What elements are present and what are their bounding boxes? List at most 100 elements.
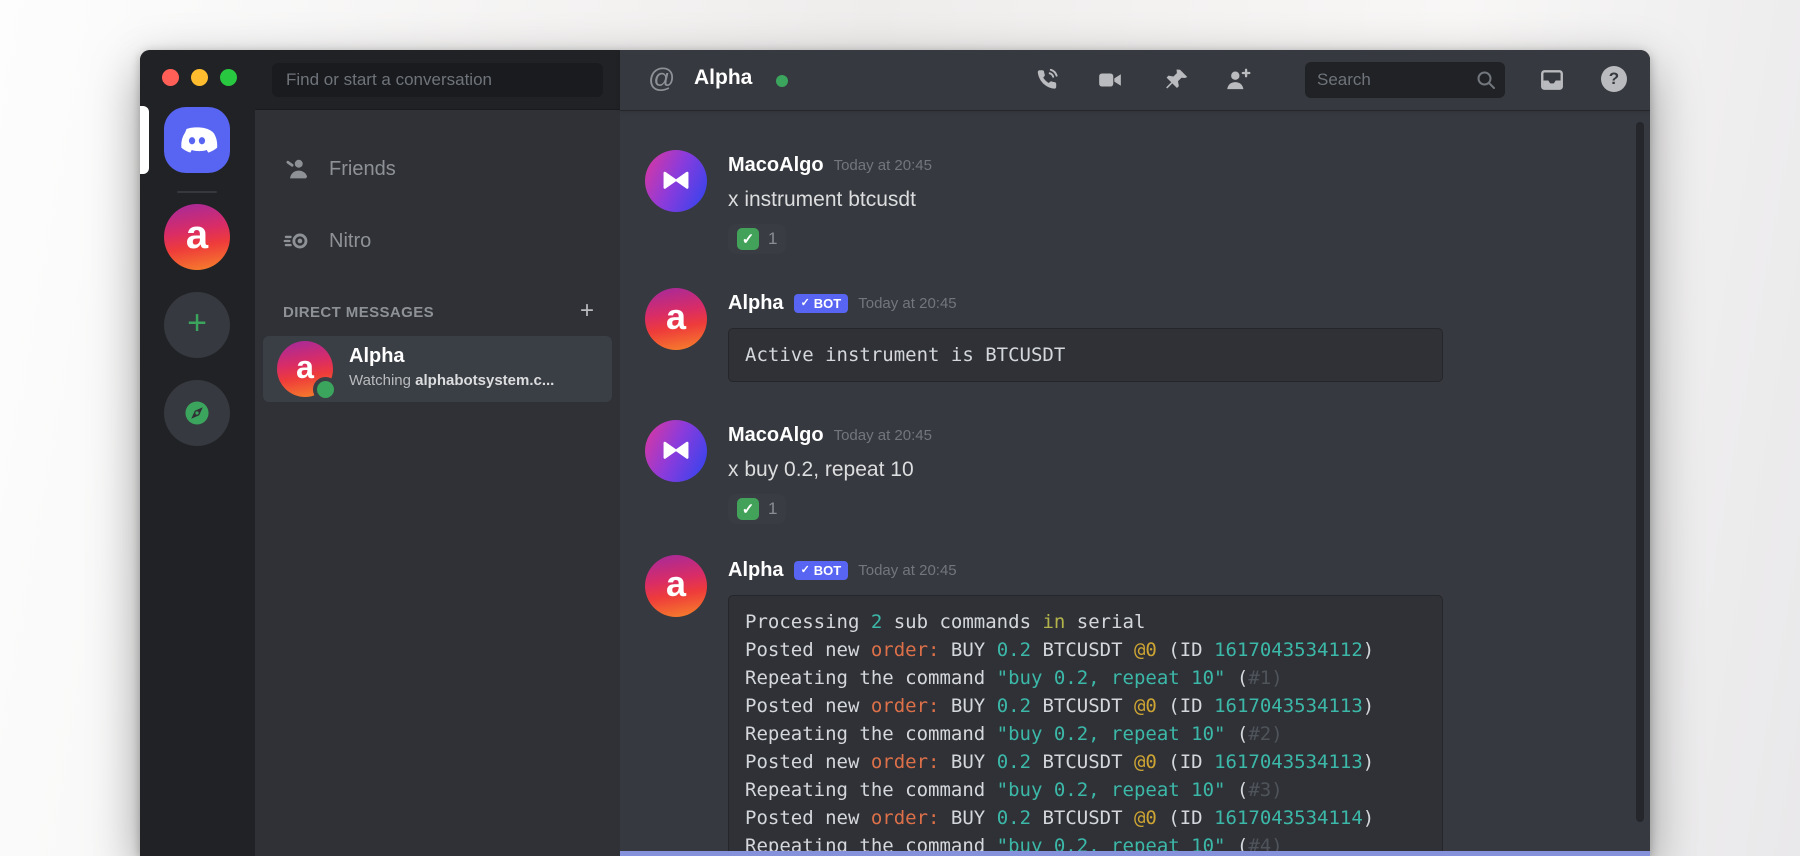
code-segment: 0.2	[996, 807, 1032, 829]
code-segment: BUY	[939, 751, 997, 773]
nitro-icon	[283, 227, 311, 255]
message-timestamp: Today at 20:45	[833, 426, 932, 444]
white-check-mark-emoji: ✓	[737, 498, 759, 520]
code-segment: 0.2	[996, 751, 1032, 773]
online-status-dot	[313, 377, 338, 402]
sidebar-item-nitro[interactable]: Nitro	[269, 218, 606, 264]
alpha-server-button[interactable]: a	[164, 204, 230, 270]
code-segment: Posted new	[745, 639, 871, 661]
code-segment: BTCUSDT	[1031, 751, 1134, 773]
code-segment: @0	[1133, 695, 1157, 717]
search-input[interactable]: Search	[1305, 62, 1505, 98]
chat-header: @ Alpha Search ?	[620, 50, 1650, 110]
code-segment: "buy 0.2, repeat 10"	[996, 667, 1226, 689]
code-segment: serial	[1065, 611, 1146, 633]
chat-scrollbar[interactable]	[1636, 122, 1644, 822]
chat-message: a Alpha ✓ BOT Today at 20:45 Processing 2 sub…	[620, 555, 1650, 856]
message-timestamp: Today at 20:45	[858, 294, 957, 312]
chat-message: MacoAlgo Today at 20:45 x buy 0.2, repeat …	[620, 420, 1650, 524]
message-list: MacoAlgo Today at 20:45 x instrument btcus…	[620, 110, 1650, 856]
message-header: Alpha ✓ BOT Today at 20:45	[728, 288, 1610, 318]
reaction-pill[interactable]: ✓ 1	[728, 494, 787, 524]
question-mark-icon: ?	[1608, 69, 1620, 88]
selected-server-pill	[140, 106, 149, 174]
create-dm-button[interactable]: +	[580, 297, 594, 325]
code-block: Active instrument is BTCUSDT	[728, 328, 1443, 382]
macoalgo-avatar[interactable]	[645, 420, 707, 482]
sidebar-item-friends[interactable]: Friends	[269, 146, 606, 192]
add-friends-to-dm-button[interactable]	[1224, 67, 1251, 93]
dm-item-alpha[interactable]: a Alpha Watching alphabotsystem.c...	[263, 336, 612, 402]
code-segment: @0	[1133, 751, 1157, 773]
channel-sidebar: Find or start a conversation Friends Nit…	[255, 50, 620, 856]
code-segment: 0.2	[996, 639, 1032, 661]
video-call-button[interactable]	[1097, 67, 1123, 93]
inbox-button[interactable]	[1539, 67, 1565, 93]
message-timestamp: Today at 20:45	[833, 156, 932, 174]
alpha-avatar[interactable]: a	[645, 288, 707, 350]
explore-servers-button[interactable]	[164, 380, 230, 446]
verified-check-icon: ✓	[800, 296, 810, 309]
reaction-count: 1	[768, 499, 778, 518]
code-segment: #2)	[1248, 723, 1283, 745]
chat-message: a Alpha ✓ BOT Today at 20:45 Active instrumen…	[620, 288, 1650, 382]
bot-badge: ✓ BOT	[793, 293, 849, 313]
sidebar-item-label: Nitro	[329, 229, 372, 252]
code-segment: Posted new	[745, 695, 871, 717]
message-author[interactable]: Alpha	[728, 292, 784, 315]
message-author[interactable]: MacoAlgo	[728, 154, 824, 177]
code-segment: (ID	[1156, 807, 1215, 829]
code-block: Processing 2 sub commands in serial Post…	[728, 595, 1443, 856]
search-placeholder: Search	[1317, 70, 1371, 89]
macoalgo-avatar[interactable]	[645, 150, 707, 212]
code-segment: in	[1042, 611, 1066, 633]
message-header: MacoAlgo Today at 20:45	[728, 420, 1610, 450]
alpha-avatar[interactable]: a	[645, 555, 707, 617]
message-content: Alpha ✓ BOT Today at 20:45 Active instrument…	[728, 288, 1650, 382]
server-rail: a +	[140, 50, 255, 856]
window-controls	[162, 69, 237, 86]
code-segment: )	[1362, 751, 1375, 773]
plus-icon: +	[187, 304, 207, 342]
code-segment: BUY	[939, 639, 997, 661]
code-segment: BUY	[939, 807, 997, 829]
code-segment: sub commands	[882, 611, 1043, 633]
code-segment: )	[1362, 639, 1375, 661]
reaction-pill[interactable]: ✓ 1	[728, 224, 787, 254]
message-author[interactable]: MacoAlgo	[728, 424, 824, 447]
rail-divider	[177, 191, 217, 193]
activity-app: alphabotsystem.c...	[415, 372, 555, 389]
code-segment: order:	[870, 751, 940, 773]
chat-title: Alpha	[694, 66, 753, 89]
pinned-messages-button[interactable]	[1164, 67, 1190, 93]
message-author[interactable]: Alpha	[728, 559, 784, 582]
code-segment: BTCUSDT	[1031, 639, 1134, 661]
discord-home-button[interactable]	[164, 107, 230, 173]
voice-call-button[interactable]	[1034, 67, 1060, 93]
find-conversation-button[interactable]: Find or start a conversation	[272, 63, 603, 97]
code-segment: 1617043534113	[1214, 695, 1363, 717]
message-timestamp: Today at 20:45	[858, 561, 957, 579]
minimize-window-button[interactable]	[191, 69, 208, 86]
code-segment: (ID	[1156, 695, 1215, 717]
direct-messages-header[interactable]: DIRECT MESSAGES	[283, 304, 434, 321]
alpha-logo-icon: a	[665, 296, 687, 337]
help-button[interactable]: ?	[1601, 66, 1627, 92]
search-icon	[1477, 71, 1495, 89]
add-server-button[interactable]: +	[164, 292, 230, 358]
alpha-logo-icon: a	[296, 349, 314, 385]
bowtie-logo-icon	[663, 441, 689, 459]
code-segment: #1)	[1248, 667, 1283, 689]
code-segment: Repeating the command	[745, 723, 997, 745]
code-segment: Repeating the command	[745, 667, 997, 689]
close-window-button[interactable]	[162, 69, 179, 86]
discord-logo-icon	[176, 124, 218, 156]
code-segment: @0	[1133, 807, 1157, 829]
code-segment: (ID	[1156, 639, 1215, 661]
message-content: Alpha ✓ BOT Today at 20:45 Processing 2 sub …	[728, 555, 1650, 856]
bot-badge: ✓ BOT	[793, 560, 849, 580]
zoom-window-button[interactable]	[220, 69, 237, 86]
code-segment: Processing	[745, 611, 871, 633]
bot-label: BOT	[813, 295, 842, 311]
bottom-edge-strip	[620, 851, 1650, 856]
